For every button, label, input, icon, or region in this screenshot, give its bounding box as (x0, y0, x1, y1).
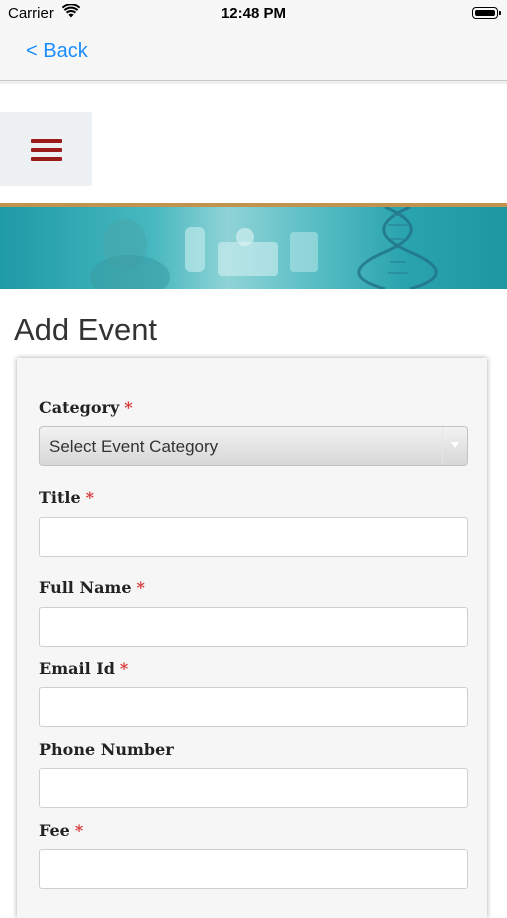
full-name-input[interactable] (39, 607, 468, 647)
required-asterisk: * (124, 398, 133, 417)
page-title: Add Event (14, 312, 158, 347)
phone-label: Phone Number (39, 740, 174, 759)
clock: 12:48 PM (220, 5, 287, 22)
required-asterisk: * (136, 578, 145, 597)
battery-icon (472, 7, 501, 19)
dropdown-arrow-icon (442, 427, 467, 465)
required-asterisk: * (85, 488, 95, 507)
fee-label: Fee * (39, 821, 84, 840)
category-label: Category * (39, 398, 133, 417)
title-label: Title * (39, 488, 95, 507)
nav-divider (0, 81, 507, 84)
back-button[interactable]: < Back (26, 40, 88, 63)
navigation-bar: < Back (0, 26, 507, 81)
fee-input[interactable] (39, 849, 468, 889)
title-input[interactable] (39, 517, 468, 557)
required-asterisk: * (119, 659, 129, 678)
full-name-label: Full Name * (39, 578, 145, 597)
lab-scene-illustration (90, 207, 438, 289)
add-event-form: Category * Select Event Category Title * F… (17, 358, 487, 918)
required-asterisk: * (74, 821, 84, 840)
email-label: Email Id * (39, 659, 129, 678)
category-select[interactable]: Select Event Category (39, 426, 468, 466)
phone-input[interactable] (39, 768, 468, 808)
header-banner-image (0, 203, 507, 289)
category-select-value: Select Event Category (49, 437, 219, 456)
status-bar: Carrier 12:48 PM (0, 0, 507, 26)
menu-button[interactable] (0, 112, 92, 186)
email-input[interactable] (39, 687, 468, 727)
